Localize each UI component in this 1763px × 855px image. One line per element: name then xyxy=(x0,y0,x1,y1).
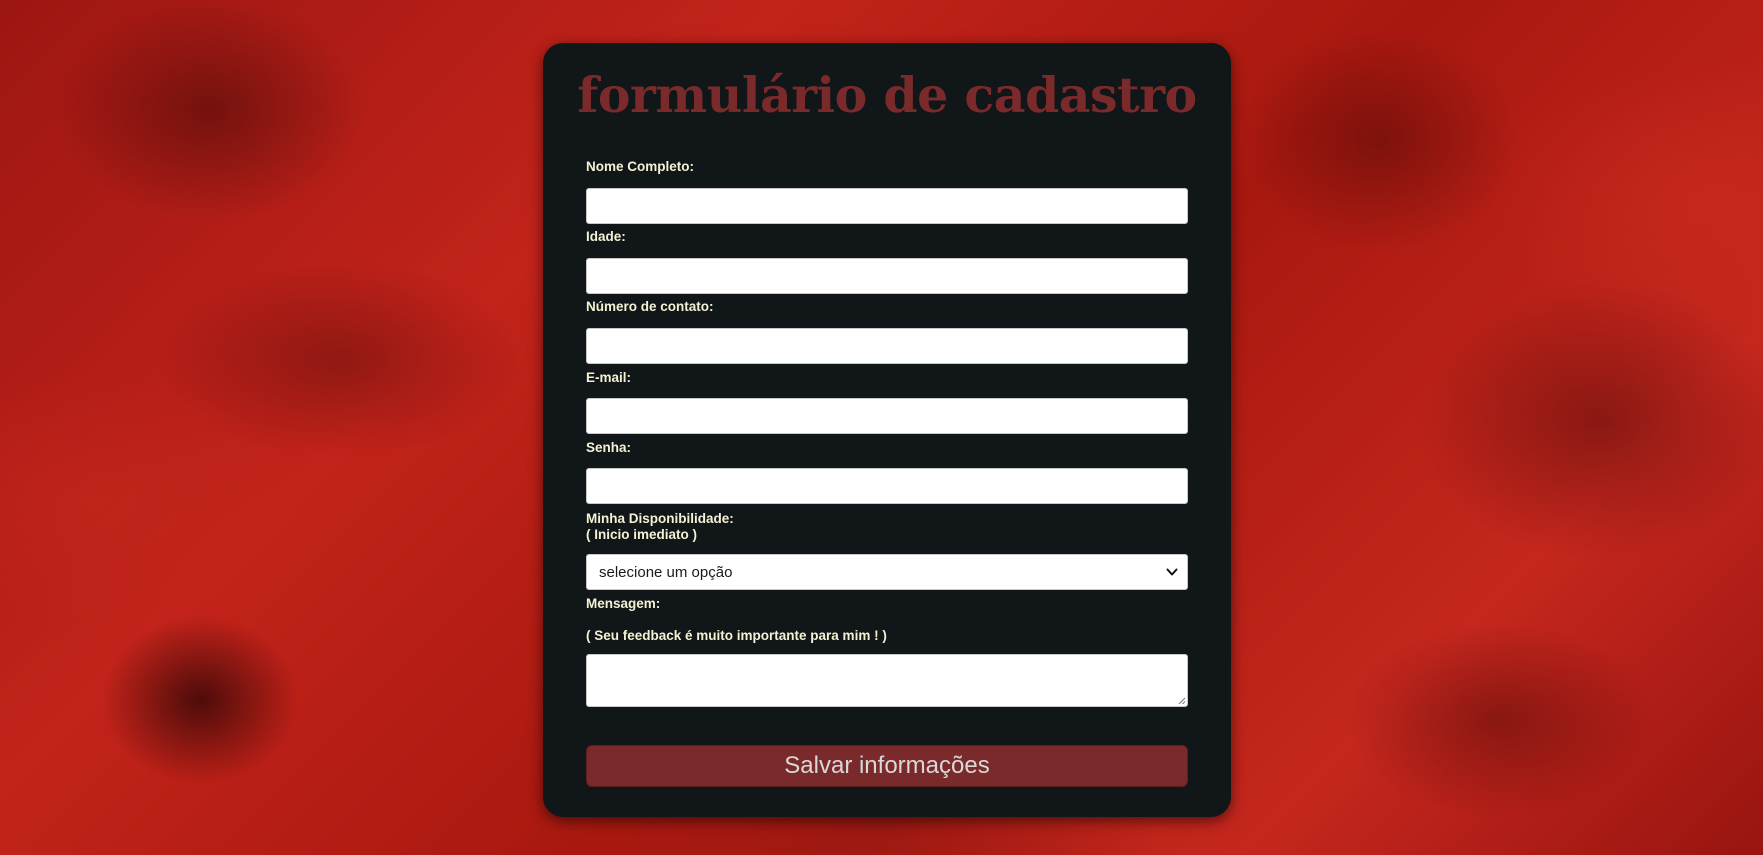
registration-form-card: formulário de cadastro Nome Completo: Id… xyxy=(543,43,1231,817)
age-input[interactable] xyxy=(586,258,1188,294)
message-textarea[interactable] xyxy=(586,654,1188,707)
password-input[interactable] xyxy=(586,468,1188,504)
full-name-input[interactable] xyxy=(586,188,1188,224)
resize-handle-icon[interactable] xyxy=(1177,696,1186,705)
contact-number-input[interactable] xyxy=(586,328,1188,364)
age-label: Idade: xyxy=(586,229,626,244)
form-title: formulário de cadastro xyxy=(577,66,1197,124)
save-button[interactable]: Salvar informações xyxy=(586,745,1188,787)
chevron-down-icon xyxy=(1166,568,1178,576)
message-label: Mensagem: xyxy=(586,596,661,611)
password-label: Senha: xyxy=(586,440,632,455)
contact-number-label: Número de contato: xyxy=(586,299,714,314)
availability-label: Minha Disponibilidade: xyxy=(586,511,734,526)
email-input[interactable] xyxy=(586,398,1188,434)
availability-selected-value: selecione um opção xyxy=(599,564,733,581)
availability-sublabel: ( Inicio imediato ) xyxy=(586,527,698,542)
message-hint: ( Seu feedback é muito importante para m… xyxy=(586,628,887,643)
full-name-label: Nome Completo: xyxy=(586,159,694,174)
email-label: E-mail: xyxy=(586,370,632,385)
availability-select[interactable]: selecione um opção xyxy=(586,554,1188,590)
